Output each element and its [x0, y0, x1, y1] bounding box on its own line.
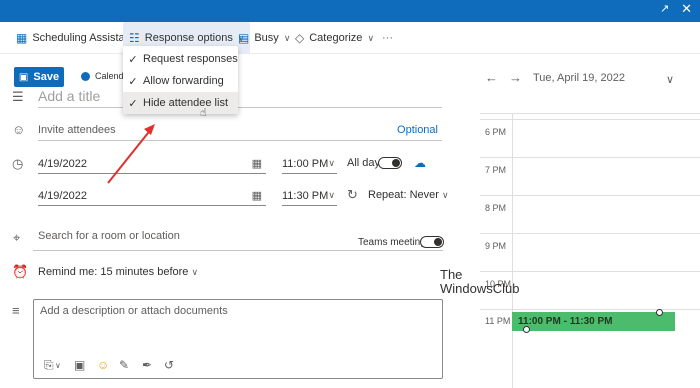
start-time-field[interactable]: 11:00 PM ∨ — [282, 154, 337, 174]
calendar-color-dot — [81, 72, 90, 81]
event-resize-handle[interactable] — [656, 309, 663, 316]
attendees-input[interactable]: Invite attendees — [38, 119, 442, 141]
calendar-icon[interactable]: ▦ — [252, 157, 262, 170]
description-placeholder: Add a description or attach documents — [40, 305, 228, 317]
scheduling-assistant-button[interactable]: ▦ Scheduling Assistant — [16, 22, 134, 54]
repeat-icon: ↻ — [347, 187, 358, 202]
location-icon: ⌖ — [13, 230, 21, 245]
description-icon: ≡ — [12, 303, 20, 318]
title-bar: ↗ ✕ — [0, 0, 700, 22]
teams-meeting-label: Teams meeting — [358, 237, 426, 248]
menu-item-hide-attendee-list[interactable]: ✓ Hide attendee list — [123, 92, 238, 114]
chevron-down-icon[interactable]: ∨ — [55, 361, 61, 370]
chevron-down-icon: ∨ — [367, 32, 375, 43]
chevron-down-icon: ∨ — [283, 32, 291, 43]
tag-icon: ◇ — [295, 31, 305, 45]
alarm-icon: ⏰ — [12, 264, 29, 279]
toolbar: ▦ Scheduling Assistant ☷ Response option… — [0, 22, 700, 54]
response-options-icon: ☷ — [129, 31, 140, 45]
optional-attendees-link[interactable]: Optional — [397, 124, 438, 136]
chevron-down-icon: ∨ — [328, 190, 335, 200]
annotation-arrow-icon — [107, 124, 155, 184]
hour-label: 8 PM — [485, 203, 507, 213]
categorize-button[interactable]: ◇ Categorize ∨ — [295, 22, 374, 54]
hour-label: 9 PM — [485, 241, 507, 251]
hour-label: 6 PM — [485, 127, 507, 137]
hour-label: 7 PM — [485, 165, 507, 175]
draw-icon[interactable]: ✎ — [119, 358, 129, 372]
timezone-icon[interactable]: ☁ — [414, 156, 426, 170]
check-icon: ✓ — [128, 75, 138, 88]
all-day-label: All day — [347, 157, 381, 169]
all-day-toggle[interactable] — [378, 157, 402, 169]
pen-icon[interactable]: ✒ — [142, 358, 152, 372]
event-resize-handle[interactable] — [523, 326, 530, 333]
day-view: 6 PM 7 PM 8 PM 9 PM 10 PM 11 PM — [480, 60, 700, 388]
end-time-field[interactable]: 11:30 PM ∨ — [282, 186, 337, 206]
close-icon[interactable]: ✕ — [681, 2, 692, 16]
title-input[interactable]: Add a title — [38, 88, 442, 108]
title-icon: ☰ — [12, 89, 24, 104]
watermark: The WindowsClub — [440, 267, 520, 296]
location-divider — [33, 250, 443, 251]
hour-label: 11 PM — [485, 316, 511, 326]
reminder-dropdown[interactable]: Remind me: 15 minutes before ∨ — [38, 266, 198, 278]
save-icon: ▣ — [18, 71, 29, 83]
image-icon[interactable]: ▣ — [74, 358, 85, 372]
chevron-down-icon: ∨ — [442, 190, 449, 200]
clock-icon: ◷ — [12, 156, 24, 171]
popout-icon[interactable]: ↗ — [660, 4, 672, 15]
attach-icon[interactable]: ⎘ — [44, 358, 54, 373]
response-options-menu: ✓ Request responses ✓ Allow forwarding ✓… — [123, 46, 238, 114]
cursor-icon: ☝ — [200, 107, 207, 119]
check-icon: ✓ — [128, 53, 138, 66]
teams-meeting-toggle[interactable] — [420, 236, 444, 248]
scheduling-icon: ▦ — [16, 31, 28, 45]
chevron-down-icon: ∨ — [191, 267, 199, 277]
check-icon: ✓ — [128, 97, 138, 110]
menu-item-allow-forwarding[interactable]: ✓ Allow forwarding — [123, 70, 238, 92]
chevron-down-icon: ∨ — [328, 158, 335, 168]
calendar-event[interactable]: 11:00 PM - 11:30 PM — [512, 312, 675, 331]
more-options-button[interactable]: ··· — [382, 22, 393, 54]
busy-icon: ▤ — [238, 31, 250, 45]
person-icon: ☺ — [12, 122, 26, 137]
location-input[interactable]: Search for a room or location — [38, 230, 368, 242]
repeat-dropdown[interactable]: Repeat: Never ∨ — [368, 189, 449, 201]
calendar-icon[interactable]: ▦ — [252, 189, 262, 202]
busy-button[interactable]: ▤ Busy ∨ — [238, 22, 290, 54]
loop-icon[interactable]: ↺ — [164, 358, 174, 372]
emoji-icon[interactable]: ☺ — [97, 358, 109, 372]
save-button[interactable]: ▣ Save — [14, 67, 64, 87]
menu-item-request-responses[interactable]: ✓ Request responses — [123, 48, 238, 70]
